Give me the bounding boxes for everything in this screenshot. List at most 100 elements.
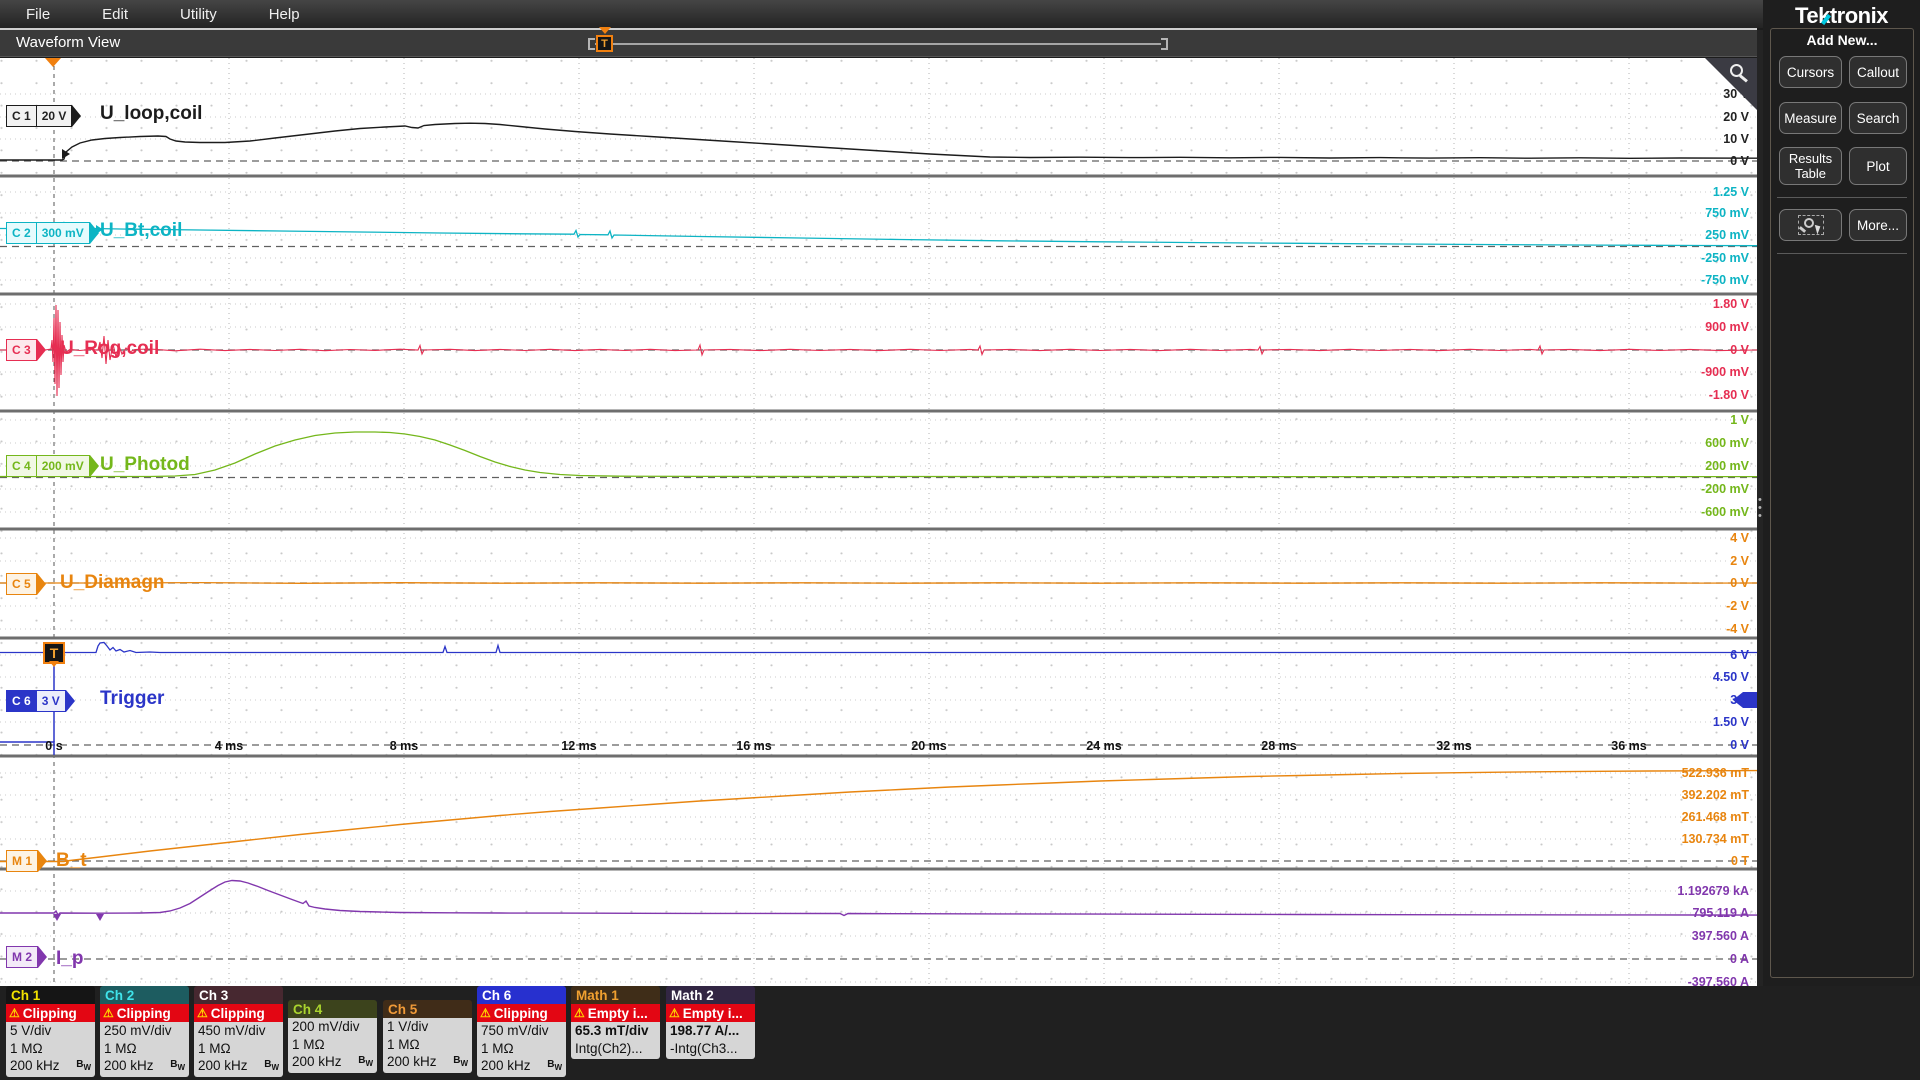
axis-label-m1: 261.468 mT [1682,810,1749,824]
channel-label-c5[interactable]: U_Diamagn [60,572,165,594]
settings-badge-math2[interactable]: Math 2⚠Empty i...198.77 A/... -Intg(Ch3..… [666,986,755,1059]
add-new-heading: Add New... [1771,32,1913,48]
settings-badge-ch2[interactable]: Ch 2⚠Clipping250 mV/div1 MΩ200 kHzBW [100,986,189,1077]
cursors-button[interactable]: Cursors [1779,56,1842,88]
channel-id-c2: C 2 [6,222,36,244]
axis-label-c1: 10 V [1723,132,1749,146]
channel-id-c3: C 3 [6,339,37,361]
trigger-position-icon[interactable]: T [596,35,613,52]
settings-badge-ch1[interactable]: Ch 1⚠Clipping5 V/div1 MΩ200 kHzBW [6,986,95,1077]
axis-label-c3: 900 mV [1705,320,1749,334]
time-tick-label: 28 ms [1261,739,1296,753]
channel-scale-c6: 3 V [36,690,66,712]
axis-label-c4: 600 mV [1705,436,1749,450]
callout-button[interactable]: Callout [1849,56,1907,88]
time-tick-label: 36 ms [1611,739,1646,753]
time-tick-label: 12 ms [561,739,596,753]
axis-label-c4: 1 V [1730,413,1749,427]
channel-label-c1[interactable]: U_loop,coil [100,103,202,125]
warning-icon: ⚠ [9,1006,20,1020]
settings-badge-ch3[interactable]: Ch 3⚠Clipping450 mV/div1 MΩ200 kHzBW [194,986,283,1077]
channel-id-c6: C 6 [6,690,36,712]
badge-warning: ⚠Empty i... [666,1004,755,1022]
channel-badge-c2[interactable]: C 2300 mV [6,222,99,244]
channel-badge-c6[interactable]: C 63 V [6,690,75,712]
axis-label-c6: 3 V [1730,693,1749,707]
badge-title: Math 2 [666,986,755,1004]
badge-warning: ⚠Empty i... [571,1004,660,1022]
axis-label-c5: 4 V [1730,531,1749,545]
track-left-bracket [588,38,595,50]
channel-label-c2[interactable]: U_Bt,coil [100,220,182,242]
channel-badge-point [66,690,75,712]
badge-setting: -Intg(Ch3... [670,1041,738,1056]
bandwidth-limit-icon: BW [453,1055,468,1068]
warning-icon: ⚠ [669,1006,680,1020]
axis-label-c3: 0 V [1730,343,1749,357]
badge-warning: ⚠Clipping [6,1004,95,1022]
axis-label-c1: 20 V [1723,110,1749,124]
zoom-select-button[interactable] [1779,209,1842,241]
trace-c1-u-loop-coil [0,123,1757,160]
axis-label-m1: 392.202 mT [1682,788,1749,802]
channel-badge-c4[interactable]: C 4200 mV [6,455,99,477]
channel-badge-m2[interactable]: M 2 [6,946,47,968]
axis-label-m1: 130.734 mT [1682,832,1749,846]
menu-item-utility[interactable]: Utility [154,0,243,28]
trace-m2-i-p [0,881,1757,916]
channel-label-c4[interactable]: U_Photod [100,454,190,476]
channel-badge-m1[interactable]: M 1 [6,850,47,872]
search-button[interactable]: Search [1849,102,1907,134]
settings-badge-ch5[interactable]: Ch 51 V/div1 MΩ200 kHzBW [383,1000,472,1073]
channel-badge-c3[interactable]: C 3 [6,339,46,361]
menu-item-edit[interactable]: Edit [76,0,154,28]
badge-warning: ⚠Clipping [100,1004,189,1022]
settings-badge-ch4[interactable]: Ch 4200 mV/div1 MΩ200 kHzBW [288,1000,377,1073]
add-new-group: Add New... Cursors Callout Measure Searc… [1770,28,1914,978]
waveform-view-title: Waveform View [16,34,120,51]
badge-title: Ch 3 [194,986,283,1004]
channel-label-c6[interactable]: Trigger [100,688,164,710]
horizontal-position-track[interactable]: T [588,38,1168,50]
time-tick-label: 32 ms [1436,739,1471,753]
measure-button[interactable]: Measure [1779,102,1842,134]
tektronix-logo: Tektronix [1763,3,1920,29]
channel-label-c3[interactable]: U_Rog,coil [60,338,159,360]
badge-warning: ⚠Clipping [194,1004,283,1022]
axis-label-c2: 1.25 V [1713,185,1749,199]
trigger-position-marker[interactable] [45,58,61,75]
results-table-button[interactable]: Results Table [1779,147,1842,185]
track-right-bracket [1161,38,1168,50]
channel-id-c1: C 1 [6,105,36,127]
axis-label-c5: 2 V [1730,554,1749,568]
axis-label-c6: 6 V [1730,648,1749,662]
badge-setting: 200 kHz [292,1054,342,1069]
axis-label-c2: -750 mV [1701,273,1749,287]
channel-label-m1[interactable]: B_t [56,850,87,872]
menu-item-file[interactable]: File [0,0,76,28]
time-tick-label: 8 ms [390,739,419,753]
more-button[interactable]: More... [1849,209,1907,241]
settings-badge-math1[interactable]: Math 1⚠Empty i...65.3 mT/divIntg(Ch2)... [571,986,660,1059]
trigger-t-badge[interactable]: T [43,642,65,664]
menu-item-help[interactable]: Help [243,0,326,28]
plot-button[interactable]: Plot [1849,147,1907,185]
axis-label-c1: 0 V [1730,154,1749,168]
settings-badge-ch6[interactable]: Ch 6⚠Clipping750 mV/div1 MΩ200 kHzBW [477,986,566,1077]
badge-setting: 198.77 A/... [670,1023,739,1038]
badge-setting: 65.3 mT/div [575,1023,649,1038]
channel-badge-point [72,105,81,127]
trace-m1-b-t [0,771,1757,862]
zoom-select-icon [1798,215,1824,235]
waveform-plot-area[interactable]: T C 120 VU_loop,coil30 V20 V10 V0 VC 230… [0,58,1757,986]
channel-badge-point [90,222,99,244]
channel-badge-point [37,573,46,595]
badge-setting: 200 kHz [387,1054,437,1069]
trace-c2-u-bt-coil [0,222,1757,246]
axis-label-c2: 750 mV [1705,206,1749,220]
channel-label-m2[interactable]: I_p [56,948,83,970]
channel-badge-point [38,946,47,968]
channel-badge-c5[interactable]: C 5 [6,573,46,595]
channel-badge-c1[interactable]: C 120 V [6,105,81,127]
badge-setting: 250 mV/div [104,1023,172,1038]
